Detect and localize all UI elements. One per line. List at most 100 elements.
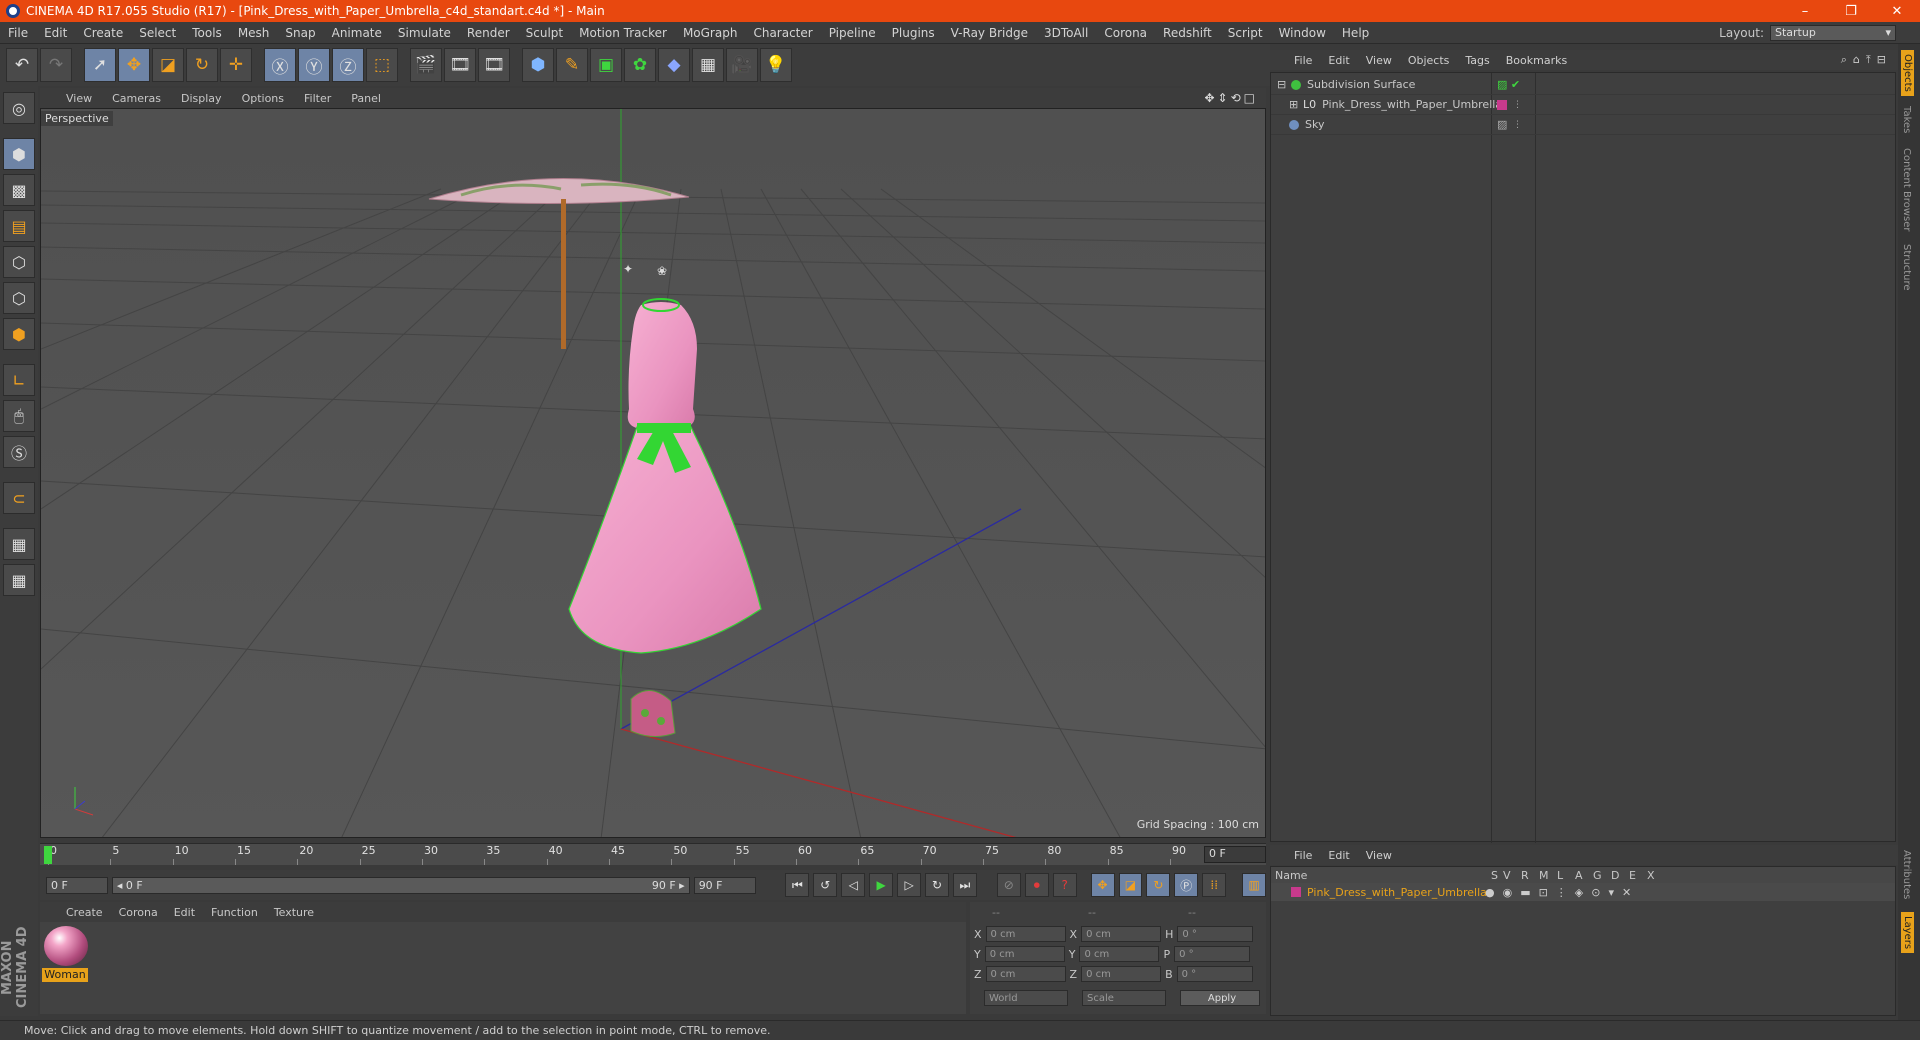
polygons-mode-button[interactable]: ⬢ bbox=[3, 318, 35, 350]
viewport-navigation-icons[interactable]: ✥⇕⟲□ bbox=[1204, 91, 1266, 105]
visibility-dots-icon[interactable]: ⋮ bbox=[1513, 100, 1522, 110]
previous-frame-button[interactable]: ◁ bbox=[841, 873, 866, 897]
menu-render[interactable]: Render bbox=[459, 26, 518, 40]
key-pla-button[interactable]: ⁞⁞ bbox=[1202, 873, 1227, 897]
menu-edit[interactable]: Edit bbox=[36, 26, 75, 40]
enabled-check-icon[interactable]: ▨ ✔ bbox=[1497, 78, 1520, 91]
objects-menu-tags[interactable]: Tags bbox=[1457, 54, 1497, 67]
menu-file[interactable]: File bbox=[0, 26, 36, 40]
position-y-field[interactable]: 0 cm bbox=[984, 946, 1065, 962]
layers-menu-edit[interactable]: Edit bbox=[1320, 849, 1357, 862]
frame-range-slider[interactable]: ◂ 0 F 90 F ▸ bbox=[111, 876, 690, 894]
material-menu-corona[interactable]: Corona bbox=[111, 906, 166, 919]
end-frame-field[interactable]: 90 F bbox=[693, 876, 756, 894]
tab-objects[interactable]: Objects bbox=[1901, 50, 1914, 96]
tag-icon[interactable]: ▨ bbox=[1497, 118, 1507, 131]
layers-menu-file[interactable]: File bbox=[1286, 849, 1320, 862]
scale-dropdown[interactable]: Scale bbox=[1082, 990, 1166, 1006]
key-rotation-button[interactable]: ↻ bbox=[1146, 873, 1171, 897]
record-keys-button[interactable]: ⏺ bbox=[1024, 873, 1049, 897]
array-button[interactable]: ✿ bbox=[624, 48, 656, 82]
collapse-icon[interactable]: ⊟ bbox=[1277, 78, 1287, 91]
visibility-dots-icon[interactable]: ⋮ bbox=[1513, 120, 1522, 130]
expand-icon[interactable]: ⊞ bbox=[1289, 98, 1299, 111]
model-mode-button[interactable]: ⬢ bbox=[3, 138, 35, 170]
material-menu-function[interactable]: Function bbox=[203, 906, 266, 919]
menu-snap[interactable]: Snap bbox=[277, 26, 323, 40]
material-preview-woman[interactable] bbox=[44, 926, 88, 966]
timeline-window-button[interactable]: ▥ bbox=[1242, 873, 1267, 897]
magnet-button[interactable]: ⊂ bbox=[3, 482, 35, 514]
menu-script[interactable]: Script bbox=[1220, 26, 1271, 40]
points-mode-button[interactable]: ⬡ bbox=[3, 246, 35, 278]
redo-button[interactable]: ↷ bbox=[40, 48, 72, 82]
timeline-ruler[interactable]: 0 5 10 15 20 25 30 35 40 45 50 55 60 65 70 75 80 85 90 0 F bbox=[40, 843, 1266, 865]
current-frame-field[interactable]: 0 F bbox=[1204, 846, 1266, 863]
next-key-button[interactable]: ↻ bbox=[925, 873, 949, 897]
material-menu-create[interactable]: Create bbox=[58, 906, 111, 919]
viewport-menu-display[interactable]: Display bbox=[171, 92, 232, 105]
menu-create[interactable]: Create bbox=[75, 26, 131, 40]
object-row-subdivision-surface[interactable]: ⊟ Subdivision Surface ▨ ✔ bbox=[1271, 75, 1895, 95]
floor-button[interactable]: ▦ bbox=[692, 48, 724, 82]
object-manager-icons[interactable]: ⌕⌂⤒⊟ bbox=[1841, 53, 1900, 67]
size-y-field[interactable]: 0 cm bbox=[1079, 946, 1160, 962]
key-scale-button[interactable]: ◪ bbox=[1118, 873, 1143, 897]
start-frame-field[interactable]: 0 F bbox=[46, 876, 108, 894]
object-row-sky[interactable]: Sky ▨ ⋮ bbox=[1271, 115, 1895, 135]
object-row-pink-dress[interactable]: ⊞ L0 Pink_Dress_with_Paper_Umbrella ⋮ bbox=[1271, 95, 1895, 115]
menu-pipeline[interactable]: Pipeline bbox=[821, 26, 884, 40]
planar-workplane-button[interactable]: ▦ bbox=[3, 564, 35, 596]
viewport-menu-panel[interactable]: Panel bbox=[341, 92, 391, 105]
menu-help[interactable]: Help bbox=[1334, 26, 1377, 40]
menu-mograph[interactable]: MoGraph bbox=[675, 26, 746, 40]
recent-tool-button[interactable]: ✛ bbox=[220, 48, 252, 82]
y-axis-lock-button[interactable]: Ⓨ bbox=[298, 48, 330, 82]
x-axis-lock-button[interactable]: Ⓧ bbox=[264, 48, 296, 82]
motion-path-button[interactable]: ⊘ bbox=[996, 873, 1021, 897]
size-z-field[interactable]: 0 cm bbox=[1081, 966, 1162, 982]
objects-menu-objects[interactable]: Objects bbox=[1400, 54, 1458, 67]
layer-toggle-icons[interactable]: ●◉▬⊡⋮◈⊙▾✕ bbox=[1485, 886, 1639, 899]
autokey-button[interactable]: ? bbox=[1052, 873, 1077, 897]
rotate-tool-button[interactable]: ↻ bbox=[186, 48, 218, 82]
layers-menu-view[interactable]: View bbox=[1358, 849, 1400, 862]
move-tool-button[interactable]: ✥ bbox=[118, 48, 150, 82]
objects-menu-view[interactable]: View bbox=[1358, 54, 1400, 67]
menu-3dtoall[interactable]: 3DToAll bbox=[1036, 26, 1096, 40]
viewport-menu-filter[interactable]: Filter bbox=[294, 92, 341, 105]
menu-vray-bridge[interactable]: V-Ray Bridge bbox=[943, 26, 1036, 40]
perspective-viewport[interactable]: ✦ ❀ Perspective Grid Spacing : 100 cm bbox=[40, 108, 1266, 838]
menu-motion-tracker[interactable]: Motion Tracker bbox=[571, 26, 675, 40]
material-menu-texture[interactable]: Texture bbox=[266, 906, 322, 919]
rotation-p-field[interactable]: 0 ° bbox=[1174, 946, 1251, 962]
subdivision-surface-button[interactable]: ▣ bbox=[590, 48, 622, 82]
texture-mode-button[interactable]: ▩ bbox=[3, 174, 35, 206]
close-button[interactable]: ✕ bbox=[1874, 4, 1920, 19]
viewport-menu-view[interactable]: View bbox=[56, 92, 102, 105]
menu-sculpt[interactable]: Sculpt bbox=[518, 26, 571, 40]
menu-mesh[interactable]: Mesh bbox=[230, 26, 278, 40]
cube-button[interactable]: ⬢ bbox=[522, 48, 554, 82]
axis-mode-button[interactable]: ∟ bbox=[3, 364, 35, 396]
z-axis-lock-button[interactable]: Ⓩ bbox=[332, 48, 364, 82]
deformer-button[interactable]: ◆ bbox=[658, 48, 690, 82]
menu-animate[interactable]: Animate bbox=[324, 26, 390, 40]
playhead[interactable] bbox=[44, 846, 52, 864]
rotation-h-field[interactable]: 0 ° bbox=[1177, 926, 1254, 942]
menu-simulate[interactable]: Simulate bbox=[390, 26, 459, 40]
scale-tool-button[interactable]: ◪ bbox=[152, 48, 184, 82]
edit-render-settings-button[interactable]: 🎞 bbox=[478, 48, 510, 82]
world-dropdown[interactable]: World bbox=[984, 990, 1068, 1006]
objects-menu-file[interactable]: File bbox=[1286, 54, 1320, 67]
apply-button[interactable]: Apply bbox=[1180, 990, 1260, 1006]
menu-character[interactable]: Character bbox=[745, 26, 820, 40]
go-to-end-button[interactable]: ⏭ bbox=[952, 873, 977, 897]
size-x-field[interactable]: 0 cm bbox=[1081, 926, 1162, 942]
menu-redshift[interactable]: Redshift bbox=[1155, 26, 1220, 40]
layout-dropdown[interactable]: Startup ▾ bbox=[1770, 24, 1896, 41]
tab-structure[interactable]: Structure bbox=[1901, 244, 1912, 291]
render-view-button[interactable]: 🎬 bbox=[410, 48, 442, 82]
play-button[interactable]: ▶ bbox=[869, 873, 894, 897]
layer-color-swatch[interactable] bbox=[1497, 99, 1507, 110]
